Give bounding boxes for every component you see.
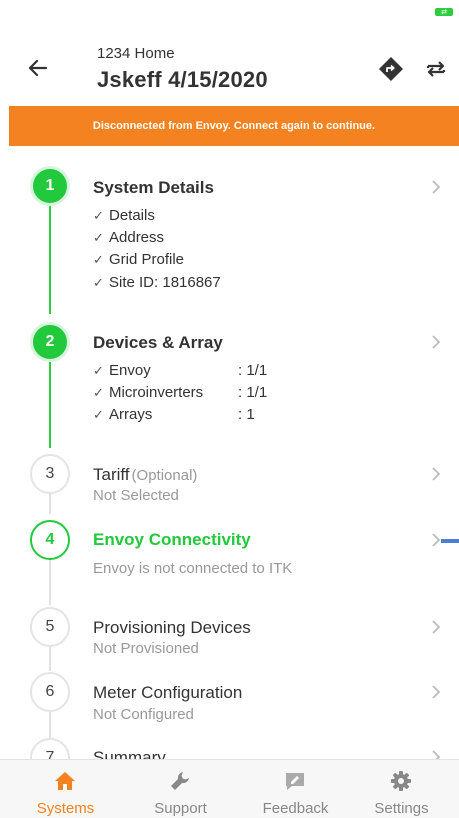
header: 1234 Home Jskeff 4/15/2020 (0, 22, 459, 106)
step-title: Provisioning Devices (93, 618, 251, 637)
chevron-right-icon (432, 685, 441, 699)
chevron-right-icon (432, 180, 441, 194)
check-item: ✓ Grid Profile (93, 251, 185, 268)
step-number-badge: 2 (30, 322, 70, 362)
step-number-badge: 6 (30, 672, 70, 712)
chevron-right-icon (432, 335, 441, 349)
tab-label: Support (154, 800, 207, 817)
tab-systems[interactable]: Systems (8, 760, 123, 818)
tab-bar: Systems Support Feedback Settings (0, 759, 459, 818)
tab-label: Settings (374, 800, 429, 817)
checkmark-icon: ✓ (93, 209, 104, 224)
checkmark-icon: ✓ (93, 386, 104, 401)
step-number-badge: 5 (30, 607, 70, 647)
step-title: Summary (93, 748, 166, 759)
step-number-badge: 3 (30, 454, 70, 494)
wrench-icon (171, 772, 189, 790)
step-status: Not Configured (93, 706, 194, 723)
disconnected-banner: Disconnected from Envoy. Connect again t… (9, 106, 459, 146)
step-status: Not Provisioned (93, 640, 199, 657)
check-item: ✓ Details (93, 207, 155, 224)
check-item: ✓ Address (93, 229, 165, 246)
check-item: ✓ Site ID: 1816867 (93, 274, 221, 291)
chevron-right-icon (432, 467, 441, 481)
step-number-badge: 4 (30, 520, 70, 560)
directions-icon[interactable] (378, 56, 404, 82)
tab-label: Feedback (262, 800, 329, 817)
check-item: ✓ Arrays: 1 (93, 406, 255, 423)
gear-icon (391, 771, 411, 791)
check-item: ✓ Microinverters: 1/1 (93, 384, 268, 401)
step-status: Not Selected (93, 487, 179, 504)
checkmark-icon: ✓ (93, 408, 104, 423)
checkmark-icon: ✓ (93, 364, 104, 379)
tab-feedback[interactable]: Feedback (238, 760, 353, 818)
checkmark-icon: ✓ (93, 231, 104, 246)
step-connector (49, 646, 51, 671)
scroll-indicator (441, 539, 459, 543)
checkmark-icon: ✓ (93, 253, 104, 268)
status-bar: ⇄ (0, 0, 459, 22)
check-item: ✓ Envoy: 1/1 (93, 362, 268, 379)
step-title: System Details (93, 178, 214, 197)
back-arrow-icon[interactable] (26, 56, 50, 80)
step-connector (49, 559, 51, 605)
tab-label: Systems (36, 800, 95, 817)
step-number-badge: 7 (30, 738, 70, 759)
steps-list: 1 System Details ✓ Details ✓ Address ✓ Grid… (0, 146, 459, 759)
step-connector (49, 360, 51, 448)
optional-label: (Optional) (131, 467, 198, 484)
tab-support[interactable]: Support (123, 760, 238, 818)
chevron-right-icon (432, 620, 441, 634)
feedback-icon (286, 773, 304, 790)
home-icon (55, 772, 75, 790)
step-title: Devices & Array (93, 333, 223, 352)
page-title: Jskeff 4/15/2020 (97, 67, 268, 92)
step-title: Envoy Connectivity (93, 530, 251, 549)
tab-settings[interactable]: Settings (344, 760, 459, 818)
chevron-right-icon (432, 750, 441, 759)
battery-icon: ⇄ (435, 8, 453, 16)
checkmark-icon: ✓ (93, 276, 104, 291)
step-connector (49, 204, 51, 314)
site-name: 1234 Home (97, 45, 175, 62)
step-title: Tariff (Optional) (93, 465, 198, 484)
step-title: Meter Configuration (93, 683, 243, 702)
swap-icon[interactable] (424, 57, 448, 81)
step-connector (49, 712, 51, 739)
step-status: Envoy is not connected to ITK (93, 560, 293, 577)
step-number-badge: 1 (30, 166, 70, 206)
step-connector (49, 492, 51, 514)
